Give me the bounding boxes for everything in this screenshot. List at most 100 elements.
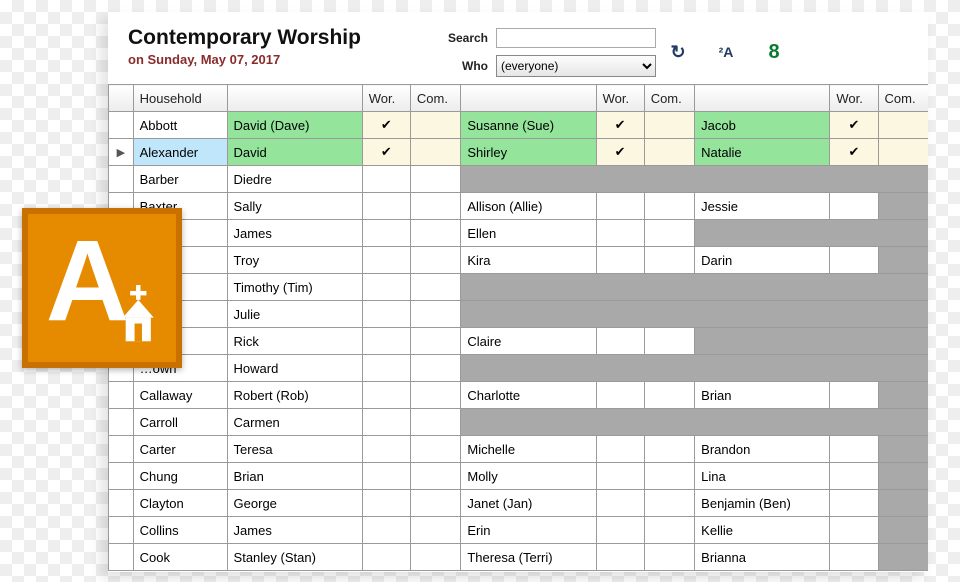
wor-cell[interactable] bbox=[596, 139, 644, 166]
cell[interactable]: Robert (Rob) bbox=[227, 382, 362, 409]
wor-cell[interactable] bbox=[362, 112, 410, 139]
wor-cell[interactable] bbox=[362, 355, 410, 382]
cell[interactable]: Timothy (Tim) bbox=[227, 274, 362, 301]
col-com-1[interactable]: Com. bbox=[410, 85, 460, 112]
wor-cell[interactable] bbox=[596, 112, 644, 139]
com-cell[interactable] bbox=[644, 544, 694, 571]
cell[interactable]: Carmen bbox=[227, 409, 362, 436]
wor-cell[interactable] bbox=[830, 382, 878, 409]
wor-cell[interactable] bbox=[362, 382, 410, 409]
refresh-icon[interactable]: ↻ bbox=[664, 38, 692, 66]
cell[interactable]: Michelle bbox=[461, 436, 596, 463]
com-cell[interactable] bbox=[644, 517, 694, 544]
com-cell[interactable] bbox=[410, 436, 460, 463]
com-cell[interactable] bbox=[410, 544, 460, 571]
com-cell[interactable] bbox=[410, 517, 460, 544]
com-cell[interactable] bbox=[878, 139, 928, 166]
who-select[interactable]: (everyone) bbox=[496, 55, 656, 77]
cell[interactable]: Shirley bbox=[461, 139, 596, 166]
com-cell[interactable] bbox=[644, 436, 694, 463]
com-cell[interactable] bbox=[410, 247, 460, 274]
com-cell[interactable] bbox=[410, 193, 460, 220]
wor-cell[interactable] bbox=[362, 166, 410, 193]
cell[interactable]: Stanley (Stan) bbox=[227, 544, 362, 571]
com-cell[interactable] bbox=[410, 139, 460, 166]
col-household[interactable]: Household bbox=[133, 85, 227, 112]
cell[interactable]: Kira bbox=[461, 247, 596, 274]
cell[interactable]: Erin bbox=[461, 517, 596, 544]
com-cell[interactable] bbox=[410, 490, 460, 517]
com-cell[interactable] bbox=[410, 463, 460, 490]
household-cell[interactable]: Carroll bbox=[133, 409, 227, 436]
household-cell[interactable]: Carter bbox=[133, 436, 227, 463]
wor-cell[interactable] bbox=[362, 274, 410, 301]
cell[interactable]: Benjamin (Ben) bbox=[695, 490, 830, 517]
wor-cell[interactable] bbox=[830, 139, 878, 166]
wor-cell[interactable] bbox=[830, 193, 878, 220]
search-input[interactable] bbox=[496, 28, 656, 48]
table-row[interactable]: BaxterSallyAllison (Allie)Jessie bbox=[109, 193, 929, 220]
col-wor-1[interactable]: Wor. bbox=[362, 85, 410, 112]
com-cell[interactable] bbox=[644, 247, 694, 274]
wor-cell[interactable] bbox=[362, 544, 410, 571]
com-cell[interactable] bbox=[410, 220, 460, 247]
household-cell[interactable]: Clayton bbox=[133, 490, 227, 517]
com-cell[interactable] bbox=[410, 382, 460, 409]
cell[interactable]: Howard bbox=[227, 355, 362, 382]
cell[interactable]: Troy bbox=[227, 247, 362, 274]
household-cell[interactable]: Collins bbox=[133, 517, 227, 544]
table-row[interactable]: …nRickClaire bbox=[109, 328, 929, 355]
wor-cell[interactable] bbox=[362, 301, 410, 328]
table-row[interactable]: …dictTimothy (Tim) bbox=[109, 274, 929, 301]
table-row[interactable]: ChungBrianMollyLina bbox=[109, 463, 929, 490]
cell[interactable]: David bbox=[227, 139, 362, 166]
com-cell[interactable] bbox=[410, 301, 460, 328]
wor-cell[interactable] bbox=[596, 328, 644, 355]
com-cell[interactable] bbox=[410, 409, 460, 436]
cell[interactable]: James bbox=[227, 220, 362, 247]
com-cell[interactable] bbox=[410, 274, 460, 301]
com-cell[interactable] bbox=[410, 328, 460, 355]
wor-cell[interactable] bbox=[596, 193, 644, 220]
cell[interactable]: Molly bbox=[461, 463, 596, 490]
cell[interactable]: Darin bbox=[695, 247, 830, 274]
col-com-3[interactable]: Com. bbox=[878, 85, 928, 112]
table-row[interactable]: ClaytonGeorgeJanet (Jan)Benjamin (Ben) bbox=[109, 490, 929, 517]
table-row[interactable]: …ownHoward bbox=[109, 355, 929, 382]
table-row[interactable]: CookStanley (Stan)Theresa (Terri)Brianna bbox=[109, 544, 929, 571]
cell[interactable]: David (Dave) bbox=[227, 112, 362, 139]
household-cell[interactable]: Cook bbox=[133, 544, 227, 571]
wor-cell[interactable] bbox=[830, 112, 878, 139]
font-toggle-icon[interactable]: ²A bbox=[712, 38, 740, 66]
wor-cell[interactable] bbox=[596, 436, 644, 463]
wor-cell[interactable] bbox=[596, 220, 644, 247]
cell[interactable]: Charlotte bbox=[461, 382, 596, 409]
com-cell[interactable] bbox=[644, 382, 694, 409]
table-row[interactable]: …sJulie bbox=[109, 301, 929, 328]
table-row[interactable]: AbbottDavid (Dave)Susanne (Sue)Jacob bbox=[109, 112, 929, 139]
wor-cell[interactable] bbox=[830, 517, 878, 544]
wor-cell[interactable] bbox=[362, 463, 410, 490]
table-row[interactable]: …bienJamesEllen bbox=[109, 220, 929, 247]
cell[interactable]: Kellie bbox=[695, 517, 830, 544]
wor-cell[interactable] bbox=[362, 490, 410, 517]
cell[interactable]: Susanne (Sue) bbox=[461, 112, 596, 139]
wor-cell[interactable] bbox=[362, 220, 410, 247]
wor-cell[interactable] bbox=[596, 463, 644, 490]
wor-cell[interactable] bbox=[362, 436, 410, 463]
com-cell[interactable] bbox=[644, 139, 694, 166]
wor-cell[interactable] bbox=[830, 490, 878, 517]
table-row[interactable]: BarberDiedre bbox=[109, 166, 929, 193]
wor-cell[interactable] bbox=[362, 517, 410, 544]
household-cell[interactable]: Alexander bbox=[133, 139, 227, 166]
com-cell[interactable] bbox=[644, 193, 694, 220]
wor-cell[interactable] bbox=[362, 328, 410, 355]
table-row[interactable]: Troy Kira Darin bbox=[109, 247, 929, 274]
wor-cell[interactable] bbox=[830, 544, 878, 571]
wor-cell[interactable] bbox=[596, 517, 644, 544]
cell[interactable]: Lina bbox=[695, 463, 830, 490]
col-wor-2[interactable]: Wor. bbox=[596, 85, 644, 112]
cell[interactable]: Teresa bbox=[227, 436, 362, 463]
cell[interactable]: Brian bbox=[227, 463, 362, 490]
table-row[interactable]: CollinsJamesErinKellie bbox=[109, 517, 929, 544]
